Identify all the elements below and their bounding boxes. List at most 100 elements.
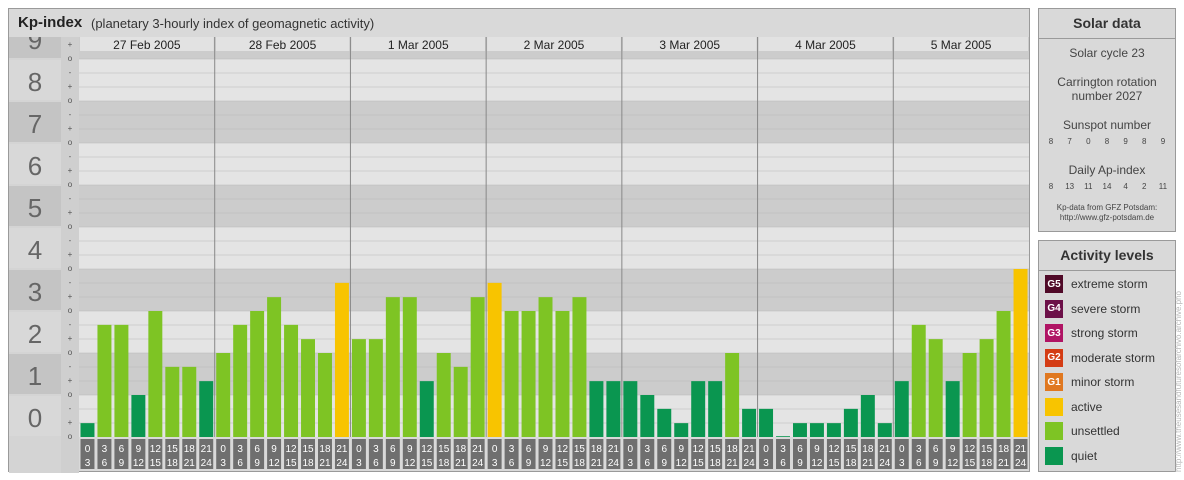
- hour-end-label: 15: [557, 458, 569, 469]
- hour-end-label: 9: [390, 458, 396, 469]
- hour-start-label: 15: [981, 444, 993, 455]
- kp-bar: [962, 353, 977, 437]
- day-label: 2 Mar 2005: [524, 38, 585, 52]
- hour-start-label: 3: [780, 444, 786, 455]
- kp-bar: [216, 353, 231, 437]
- kp-bar: [80, 423, 95, 437]
- hour-start-label: 18: [862, 444, 874, 455]
- sunspot-value: 9: [1160, 137, 1166, 146]
- hour-end-label: 18: [167, 458, 179, 469]
- watermark-text: http://www.theusesandfuturesofarchivo.ar…: [1174, 291, 1183, 472]
- kp-bar: [250, 311, 265, 437]
- hour-end-label: 24: [608, 458, 620, 469]
- hour-end-label: 9: [526, 458, 532, 469]
- kp-bar: [725, 353, 740, 437]
- kp-bar: [623, 381, 638, 437]
- sub-tick-label: o: [68, 390, 73, 399]
- hour-start-label: 21: [336, 444, 348, 455]
- kp-bar: [877, 423, 892, 437]
- kp-bar: [911, 324, 926, 437]
- sunspot-values: 8 7 0 8 9 8 9: [1043, 137, 1171, 146]
- legend-label: extreme storm: [1071, 277, 1148, 291]
- kp-bar: [267, 297, 282, 437]
- kp-band: [79, 143, 1029, 185]
- hour-start-label: 6: [390, 444, 396, 455]
- sub-tick-label: +: [68, 292, 73, 301]
- hour-end-label: 6: [373, 458, 379, 469]
- legend-label: unsettled: [1071, 424, 1120, 438]
- sub-tick-label: o: [68, 96, 73, 105]
- legend-swatch: [1045, 446, 1063, 465]
- sub-tick-label: +: [68, 40, 73, 49]
- kp-chart: 0 o + - 1 o + - 2 o + - 3 o + - 4 o + - 5 o + - 6 o + - 7 o + - 8 o + - 9 o + 2…: [9, 37, 1029, 473]
- hour-end-label: 21: [184, 458, 196, 469]
- sub-tick-label: o: [68, 306, 73, 315]
- kp-bar: [318, 353, 332, 437]
- legend-label: active: [1071, 399, 1103, 414]
- source-line1: Kp-data from GFZ Potsdam:: [1056, 203, 1158, 212]
- hour-end-label: 18: [845, 458, 857, 469]
- legend-label: quiet: [1071, 448, 1098, 463]
- hour-end-label: 12: [947, 458, 959, 469]
- sub-tick-label: +: [68, 208, 73, 217]
- kp-bar: [640, 395, 655, 437]
- hour-end-label: 15: [828, 458, 840, 469]
- hour-start-label: 0: [899, 444, 905, 455]
- sub-tick-label: o: [68, 54, 73, 63]
- legend-swatch: G5: [1045, 275, 1063, 293]
- hour-end-label: 21: [862, 458, 874, 469]
- legend-swatch: [1045, 422, 1063, 440]
- hour-start-label: 21: [608, 444, 620, 455]
- hour-end-label: 6: [645, 458, 651, 469]
- kp-bar: [860, 395, 875, 437]
- sub-tick-label: o: [68, 432, 73, 441]
- hour-start-label: 3: [237, 444, 243, 455]
- divider: [1039, 38, 1175, 39]
- solar-cycle: Solar cycle 23: [1069, 46, 1145, 60]
- hour-end-label: 12: [676, 458, 688, 469]
- sunspot-value: 0: [1086, 137, 1091, 146]
- hour-start-label: 15: [710, 444, 722, 455]
- legend-label: moderate storm: [1071, 350, 1156, 365]
- carrington-line1: Carrington rotation: [1057, 75, 1157, 89]
- sub-tick-label: +: [68, 82, 73, 91]
- chart-title: Kp-index: [18, 14, 83, 31]
- hour-start-label: 0: [628, 444, 634, 455]
- ap-value: 11: [1084, 182, 1093, 191]
- hour-end-label: 21: [591, 458, 603, 469]
- kp-bar: [402, 297, 417, 437]
- kp-band: [79, 311, 1029, 353]
- hour-end-label: 9: [119, 458, 125, 469]
- kp-bar: [538, 297, 553, 437]
- legend-item: quiet: [1045, 446, 1098, 465]
- hour-end-label: 21: [998, 458, 1010, 469]
- hour-end-label: 18: [981, 458, 993, 469]
- legend-item: G4 severe storm: [1045, 299, 1141, 318]
- kp-band: [79, 59, 1029, 101]
- divider: [1039, 270, 1175, 271]
- kp-bar: [284, 324, 299, 437]
- y-tick-label: 8: [28, 67, 42, 97]
- kp-bar: [351, 339, 366, 437]
- hour-end-label: 18: [302, 458, 314, 469]
- hour-end-label: 9: [254, 458, 260, 469]
- hour-start-label: 3: [509, 444, 515, 455]
- sub-tick-label: o: [68, 180, 73, 189]
- legend-item: unsettled: [1045, 422, 1120, 440]
- source-link[interactable]: http://www.gfz-potsdam.de: [1039, 213, 1175, 223]
- day-label: 27 Feb 2005: [113, 38, 181, 52]
- hour-end-label: 12: [404, 458, 416, 469]
- hour-start-label: 12: [150, 444, 162, 455]
- hour-start-label: 6: [661, 444, 667, 455]
- sub-tick-label: o: [68, 138, 73, 147]
- hour-start-label: 18: [319, 444, 331, 455]
- hour-start-label: 12: [964, 444, 976, 455]
- hour-end-label: 6: [102, 458, 108, 469]
- y-tick-label: 0: [28, 403, 42, 433]
- day-label: 3 Mar 2005: [659, 38, 720, 52]
- hour-start-label: 6: [254, 444, 260, 455]
- sub-tick-label: +: [68, 166, 73, 175]
- legend-label: severe storm: [1071, 301, 1141, 316]
- y-tick-label: 2: [28, 319, 42, 349]
- legend-label: strong storm: [1071, 326, 1138, 340]
